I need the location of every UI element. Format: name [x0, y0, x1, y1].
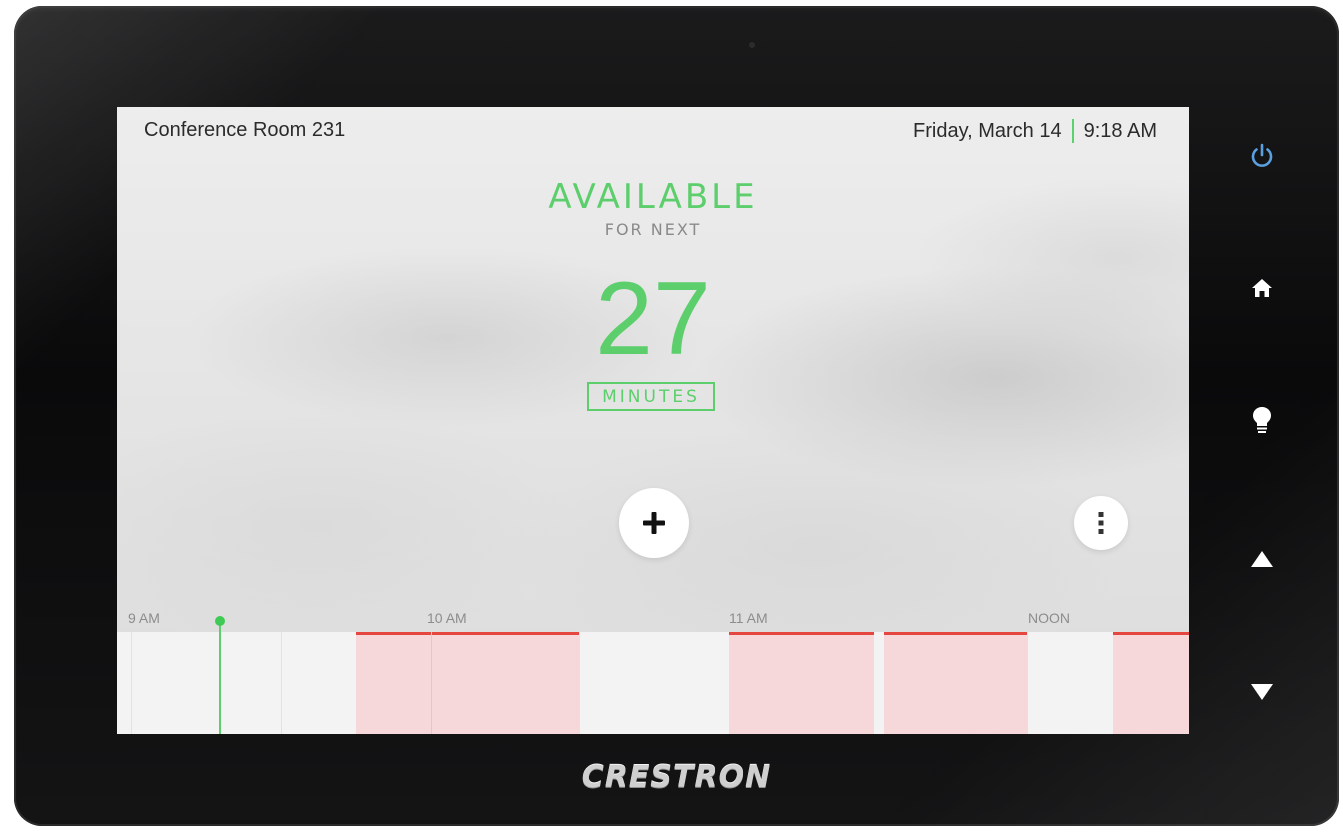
hour-label-noon: NOON	[1028, 610, 1070, 626]
page-down-button[interactable]	[1240, 670, 1284, 714]
date-time-divider	[1071, 119, 1074, 143]
power-button[interactable]	[1240, 134, 1284, 178]
touch-screen: Conference Room 231 Friday, March 14 9:1…	[117, 107, 1189, 734]
booked-slot[interactable]	[884, 632, 1027, 734]
booked-slot[interactable]	[356, 632, 579, 734]
home-button[interactable]	[1240, 266, 1284, 310]
availability-sublabel: FOR NEXT	[604, 220, 702, 239]
availability-status: AVAILABLE	[548, 177, 758, 217]
power-icon	[1251, 143, 1273, 167]
slot-divider	[1027, 632, 1028, 734]
slot-divider	[431, 632, 432, 734]
hour-label-9am: 9 AM	[128, 610, 160, 626]
vertical-ellipsis-icon	[1098, 512, 1104, 534]
home-icon	[1252, 279, 1272, 297]
camera-icon	[749, 42, 755, 48]
schedule-timeline[interactable]: 9 AM 10 AM 11 AM NOON	[117, 602, 1189, 734]
timeline-track	[117, 632, 1189, 734]
more-options-button[interactable]	[1074, 496, 1128, 550]
slot-divider	[131, 632, 132, 734]
minutes-remaining: 27	[595, 261, 711, 377]
crestron-logo: CRESTRON	[581, 760, 772, 795]
slot-divider	[281, 632, 282, 734]
current-time-dot	[215, 616, 225, 626]
page-up-button[interactable]	[1240, 537, 1284, 581]
booked-slot[interactable]	[729, 632, 874, 734]
minutes-unit-text: MINUTES	[602, 386, 700, 407]
current-time-indicator	[219, 624, 221, 734]
room-name: Conference Room 231	[144, 119, 346, 141]
hour-label-10am: 10 AM	[427, 610, 467, 626]
minutes-unit-label: MINUTES	[587, 382, 715, 411]
hour-label-11am: 11 AM	[729, 610, 768, 626]
down-arrow-icon	[1251, 684, 1273, 700]
plus-icon	[643, 512, 665, 534]
booked-slot[interactable]	[1113, 632, 1189, 734]
current-date: Friday, March 14	[913, 119, 1062, 142]
up-arrow-icon	[1251, 551, 1273, 567]
lightbulb-icon	[1253, 407, 1271, 433]
slot-divider	[579, 632, 580, 734]
reserve-room-button[interactable]	[619, 488, 689, 558]
current-time: 9:18 AM	[1083, 119, 1157, 142]
date-time: Friday, March 14 9:18 AM	[913, 119, 1157, 143]
lights-button[interactable]	[1240, 398, 1284, 442]
